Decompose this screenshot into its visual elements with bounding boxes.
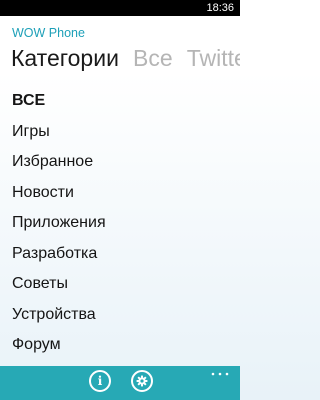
pivot-item-twitter[interactable]: Twitter <box>187 41 240 75</box>
status-time: 18:36 <box>206 2 234 14</box>
app-bar: i <box>0 366 240 400</box>
category-item-apps[interactable]: Приложения <box>12 208 106 239</box>
category-item-news[interactable]: Новости <box>12 178 106 209</box>
category-item-forum[interactable]: Форум <box>12 330 106 361</box>
category-item-devices[interactable]: Устройства <box>12 300 106 331</box>
category-item-tips[interactable]: Советы <box>12 269 106 300</box>
category-list: ВСЕ Игры Избранное Новости Приложения Ра… <box>12 86 106 361</box>
info-icon: i <box>97 374 103 388</box>
pivot-item-all[interactable]: Все <box>133 41 173 75</box>
category-item-development[interactable]: Разработка <box>12 239 106 270</box>
gear-icon <box>136 375 148 387</box>
category-item-all[interactable]: ВСЕ <box>12 86 106 117</box>
app-title: WOW Phone <box>12 26 85 40</box>
category-item-favorites[interactable]: Избранное <box>12 147 106 178</box>
status-bar: 18:36 <box>0 0 240 16</box>
category-item-games[interactable]: Игры <box>12 117 106 148</box>
settings-button[interactable] <box>131 370 153 392</box>
pivot-header: Категории Все Twitter <box>11 41 240 77</box>
pivot-item-categories[interactable]: Категории <box>11 41 119 75</box>
more-dots-icon[interactable] <box>210 370 230 378</box>
info-button[interactable]: i <box>89 370 111 392</box>
